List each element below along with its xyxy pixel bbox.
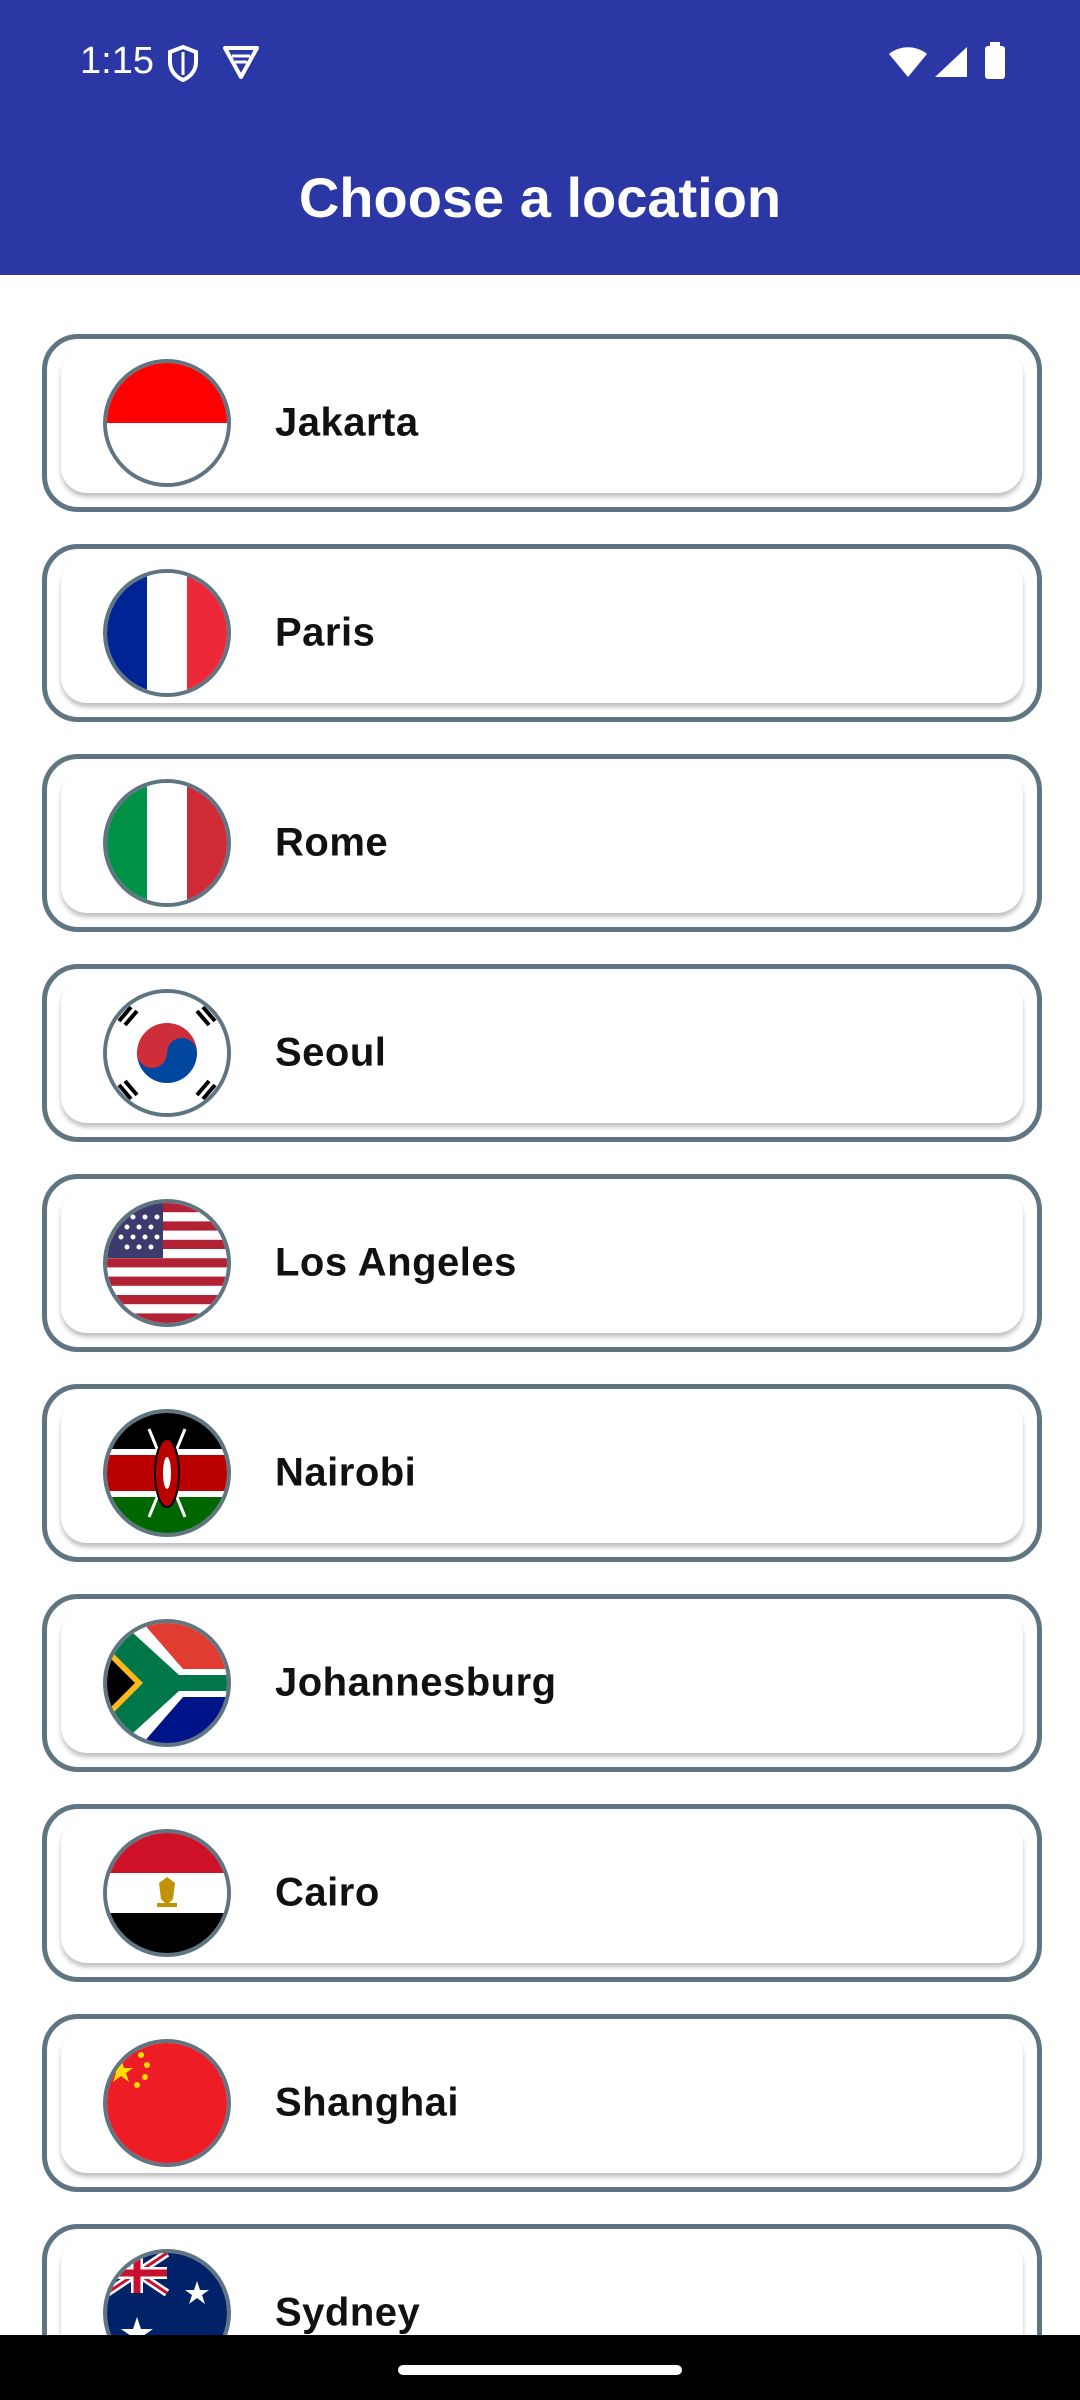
location-name: Cairo (275, 1870, 380, 1915)
italy-flag-icon (103, 779, 231, 907)
location-item-rome[interactable]: Rome (42, 754, 1042, 932)
location-item-cairo[interactable]: Cairo (42, 1804, 1042, 1982)
wifi-icon (888, 46, 928, 83)
location-name: Los Angeles (275, 1240, 517, 1285)
location-name: Sydney (275, 2290, 421, 2335)
app-header: 1:15 Choose a location (0, 0, 1080, 275)
system-navigation-bar (0, 2335, 1080, 2400)
vpn-icon (222, 44, 260, 85)
location-screen: 1:15 Choose a location Jakarta Paris Rom… (0, 0, 1080, 2400)
kenya-flag-icon (103, 1409, 231, 1537)
indonesia-flag-icon (103, 359, 231, 487)
location-name: Seoul (275, 1030, 387, 1075)
battery-icon (984, 42, 1006, 85)
china-flag-icon (103, 2039, 231, 2167)
location-item-shanghai[interactable]: Shanghai (42, 2014, 1042, 2192)
south-africa-flag-icon (103, 1619, 231, 1747)
location-item-sydney[interactable]: Sydney (42, 2224, 1042, 2335)
location-name: Jakarta (275, 400, 419, 445)
location-name: Rome (275, 820, 389, 865)
location-item-johannesburg[interactable]: Johannesburg (42, 1594, 1042, 1772)
cellular-signal-icon (934, 46, 968, 83)
location-item-seoul[interactable]: Seoul (42, 964, 1042, 1142)
location-item-paris[interactable]: Paris (42, 544, 1042, 722)
usa-flag-icon (103, 1199, 231, 1327)
page-title: Choose a location (298, 166, 782, 229)
location-list[interactable]: Jakarta Paris Rome Seoul Los Angeles Nai… (0, 275, 1080, 2335)
location-item-jakarta[interactable]: Jakarta (42, 334, 1042, 512)
egypt-flag-icon (103, 1829, 231, 1957)
shield-icon (166, 44, 200, 87)
location-item-nairobi[interactable]: Nairobi (42, 1384, 1042, 1562)
location-name: Paris (275, 610, 376, 655)
location-name: Johannesburg (275, 1660, 557, 1705)
location-name: Shanghai (275, 2080, 460, 2125)
france-flag-icon (103, 569, 231, 697)
status-time: 1:15 (80, 40, 154, 82)
south-korea-flag-icon (103, 989, 231, 1117)
home-gesture-handle[interactable] (398, 2365, 682, 2375)
location-name: Nairobi (275, 1450, 417, 1495)
location-item-los-angeles[interactable]: Los Angeles (42, 1174, 1042, 1352)
